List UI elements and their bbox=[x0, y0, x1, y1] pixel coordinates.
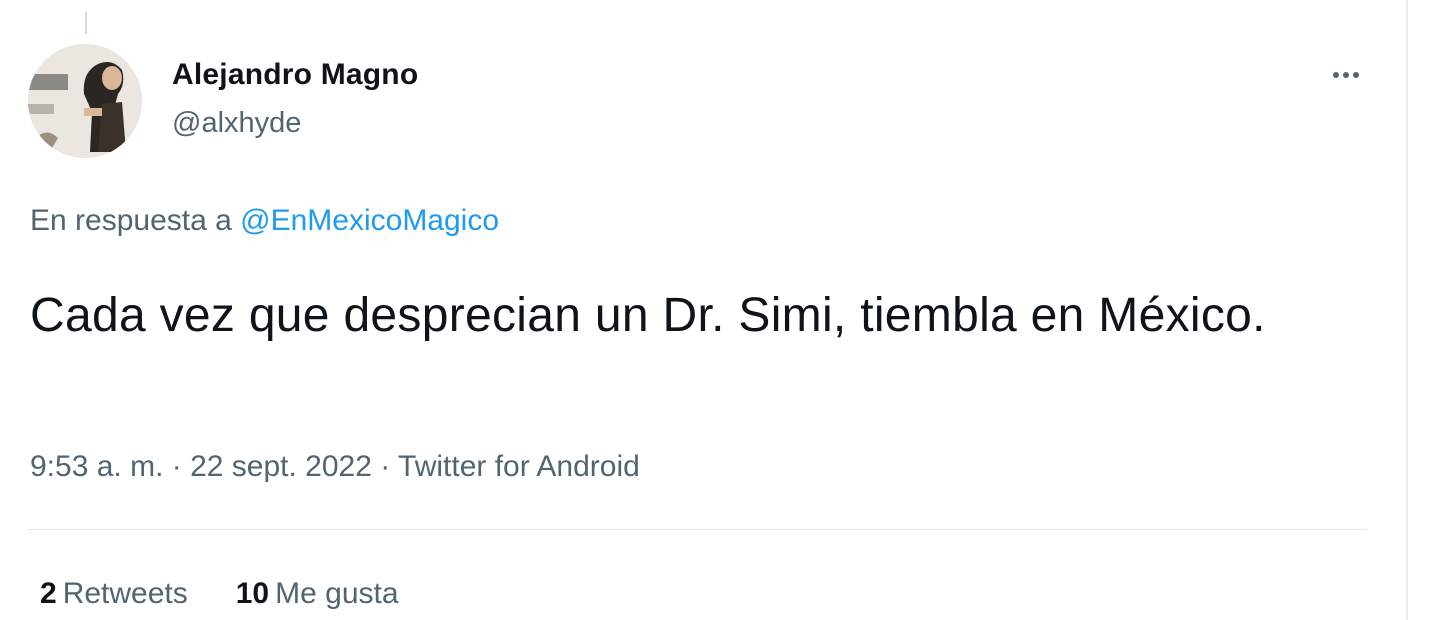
likes-count: 10 bbox=[235, 577, 270, 610]
retweets-stat[interactable]: 2 Retweets bbox=[40, 577, 188, 611]
reply-prefix: En respuesta a bbox=[30, 204, 232, 237]
reply-mention-link[interactable]: @EnMexicoMagico bbox=[240, 204, 499, 237]
avatar-photo bbox=[28, 44, 142, 158]
more-horizontal-icon bbox=[1331, 72, 1361, 78]
tweet-text: Cada vez que desprecian un Dr. Simi, tie… bbox=[30, 289, 1266, 342]
tweet-card: Alejandro Magno @alxhyde En respuesta a … bbox=[0, 0, 1433, 620]
tweet-date[interactable]: 22 sept. 2022 bbox=[190, 450, 372, 483]
author-name[interactable]: Alejandro Magno bbox=[172, 58, 418, 92]
panel-border bbox=[1406, 0, 1408, 620]
tweet-meta: 9:53 a. m. · 22 sept. 2022 · Twitter for… bbox=[30, 450, 640, 484]
avatar[interactable] bbox=[28, 44, 142, 158]
author-handle[interactable]: @alxhyde bbox=[172, 107, 301, 140]
reply-context: En respuesta a @EnMexicoMagico bbox=[30, 204, 499, 238]
likes-stat[interactable]: 10 Me gusta bbox=[236, 577, 399, 611]
retweets-count: 2 bbox=[40, 577, 57, 610]
tweet-source-link[interactable]: Twitter for Android bbox=[398, 450, 640, 483]
tweet-stats: 2 Retweets 10 Me gusta bbox=[40, 577, 399, 611]
meta-separator: · bbox=[163, 450, 191, 483]
retweets-label: Retweets bbox=[62, 577, 188, 610]
meta-separator: · bbox=[371, 450, 399, 483]
tweet-time[interactable]: 9:53 a. m. bbox=[30, 450, 163, 483]
divider bbox=[28, 529, 1366, 530]
likes-label: Me gusta bbox=[275, 577, 399, 610]
more-options-button[interactable] bbox=[1320, 58, 1372, 92]
thread-connector-line bbox=[85, 12, 87, 34]
